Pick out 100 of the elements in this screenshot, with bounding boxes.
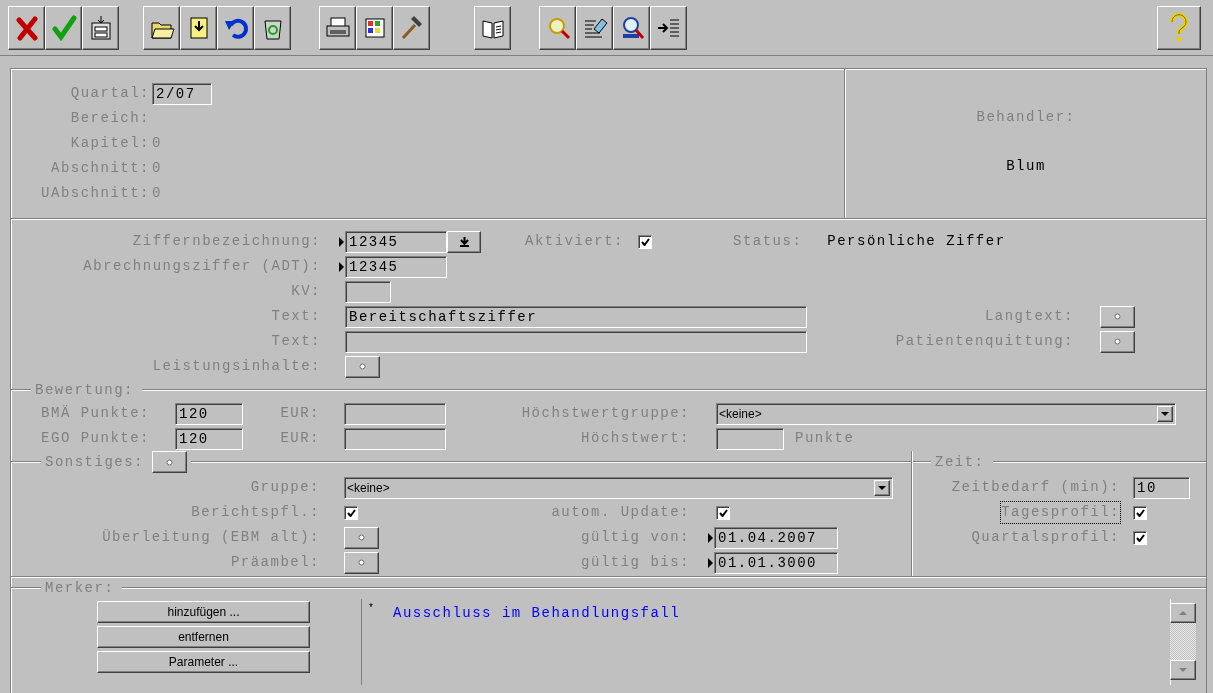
small-button[interactable]	[344, 526, 379, 549]
toolbar-button[interactable]	[576, 5, 613, 50]
toolbar-button[interactable]	[650, 5, 687, 50]
small-button[interactable]	[345, 355, 380, 378]
field-label: Überleitung (EBM alt):	[101, 528, 320, 547]
input-field[interactable]: 01.01.3000	[714, 551, 838, 574]
toolbar-button[interactable]	[319, 5, 356, 50]
small-button[interactable]	[1100, 330, 1135, 353]
toolbar-button[interactable]	[82, 5, 119, 50]
toolbar-button[interactable]	[393, 5, 430, 50]
field-label: Kapitel:	[69, 134, 150, 153]
dropdown[interactable]: <keine>	[344, 476, 893, 499]
field-label: Höchstwert:	[580, 429, 690, 448]
small-button[interactable]	[1100, 305, 1135, 328]
input-field[interactable]	[345, 280, 391, 303]
dropdown-arrow-icon	[878, 485, 886, 490]
merker-button[interactable]: entfernen	[97, 626, 310, 648]
field-label: Abschnitt:	[50, 159, 150, 178]
group-title: Sonstiges:	[44, 452, 145, 472]
input-field[interactable]: 12345	[345, 230, 447, 253]
field-label: Gruppe:	[249, 478, 320, 497]
merker-button[interactable]: Parameter ...	[97, 651, 310, 673]
field-label: Quartal:	[69, 84, 150, 103]
input-field[interactable]: Bereitschaftsziffer	[345, 305, 807, 328]
input-field[interactable]: 12345	[345, 255, 447, 278]
toolbar-button[interactable]	[180, 5, 217, 50]
toolbar-button[interactable]	[254, 5, 291, 50]
toolbar-button[interactable]	[613, 5, 650, 50]
field-value: Persönliche Ziffer	[827, 232, 1006, 251]
circle-icon	[1114, 338, 1121, 345]
group-title: Bewertung:	[34, 380, 135, 400]
field-value: 0	[152, 134, 162, 153]
field-label: Zeitbedarf (min):	[950, 478, 1120, 497]
toolbar-button[interactable]	[217, 5, 254, 50]
field-label: Text:	[270, 332, 321, 351]
field-label: Leistungsinhalte:	[151, 357, 321, 376]
checkbox[interactable]	[1133, 530, 1147, 545]
dropdown[interactable]: <keine>	[716, 402, 1176, 425]
small-button[interactable]	[152, 451, 187, 473]
toolbar-button[interactable]	[356, 5, 393, 50]
up-arrow-icon	[1179, 611, 1187, 615]
small-button[interactable]	[344, 551, 379, 574]
toolbar-button[interactable]	[539, 5, 576, 50]
field-label: Text:	[270, 307, 321, 326]
field-label: Abrechnungsziffer (ADT):	[82, 257, 321, 276]
download-button[interactable]	[447, 230, 481, 253]
circle-icon	[358, 534, 365, 541]
checkbox[interactable]	[1133, 505, 1147, 520]
field-label: EUR:	[279, 429, 320, 448]
checkmark-icon	[346, 508, 356, 517]
field-label: gültig von:	[580, 528, 690, 547]
input-field[interactable]: 120	[175, 427, 243, 450]
circle-icon	[1114, 313, 1121, 320]
field-label: Ziffernbezeichnung:	[131, 232, 321, 251]
input-field[interactable]	[344, 402, 446, 425]
input-field[interactable]: 2/07	[152, 82, 212, 105]
checkmark-icon	[1135, 533, 1145, 542]
download-arrow-icon	[459, 236, 469, 247]
checkbox[interactable]	[716, 505, 730, 520]
circle-icon	[358, 559, 365, 566]
field-label: BMÄ Punkte:	[40, 404, 150, 423]
merker-button[interactable]: hinzufügen ...	[97, 601, 310, 623]
field-label: EGO Punkte:	[40, 429, 150, 448]
unit-label: Punkte	[795, 429, 855, 448]
toolbar-button[interactable]	[474, 5, 511, 50]
list-marker: *	[368, 603, 377, 616]
list-item[interactable]: Ausschluss im Behandlungsfall	[393, 603, 681, 624]
field-label: Aktiviert:	[524, 232, 624, 251]
input-field[interactable]: 120	[175, 402, 243, 425]
dropdown-value: <keine>	[347, 479, 390, 497]
field-label: EUR:	[279, 404, 320, 423]
input-field[interactable]: 10	[1133, 476, 1190, 499]
group-title: Merker:	[44, 578, 116, 598]
checkbox[interactable]	[344, 505, 358, 520]
checkmark-icon	[50, 14, 77, 41]
toolbar-button[interactable]	[45, 5, 82, 50]
field-label: KV:	[290, 282, 321, 301]
input-field[interactable]	[345, 330, 807, 353]
checkmark-icon	[1135, 508, 1145, 517]
scrollbar[interactable]	[1170, 603, 1196, 680]
field-label: Quartalsprofil:	[970, 528, 1120, 547]
group-title: Zeit:	[934, 452, 986, 472]
input-field[interactable]: 01.04.2007	[714, 526, 838, 549]
input-field[interactable]	[344, 427, 446, 450]
close-icon	[13, 14, 40, 41]
field-value: Blum	[1006, 157, 1046, 176]
field-label: Langtext:	[983, 307, 1074, 326]
dropdown-value: <keine>	[719, 405, 762, 423]
help-button[interactable]	[1157, 5, 1201, 50]
field-label: Berichtspfl.:	[190, 503, 320, 522]
field-label: Behandler:	[976, 108, 1076, 127]
input-field[interactable]	[716, 427, 784, 450]
checkbox[interactable]	[638, 234, 652, 249]
field-label: Tagesprofil:	[1001, 502, 1120, 523]
field-label: Patientenquittung:	[894, 332, 1074, 351]
toolbar-button[interactable]	[8, 5, 45, 50]
field-label: gültig bis:	[580, 553, 690, 572]
field-label: Status:	[733, 232, 803, 251]
field-label: Höchstwertgruppe:	[520, 404, 690, 423]
toolbar-button[interactable]	[143, 5, 180, 50]
